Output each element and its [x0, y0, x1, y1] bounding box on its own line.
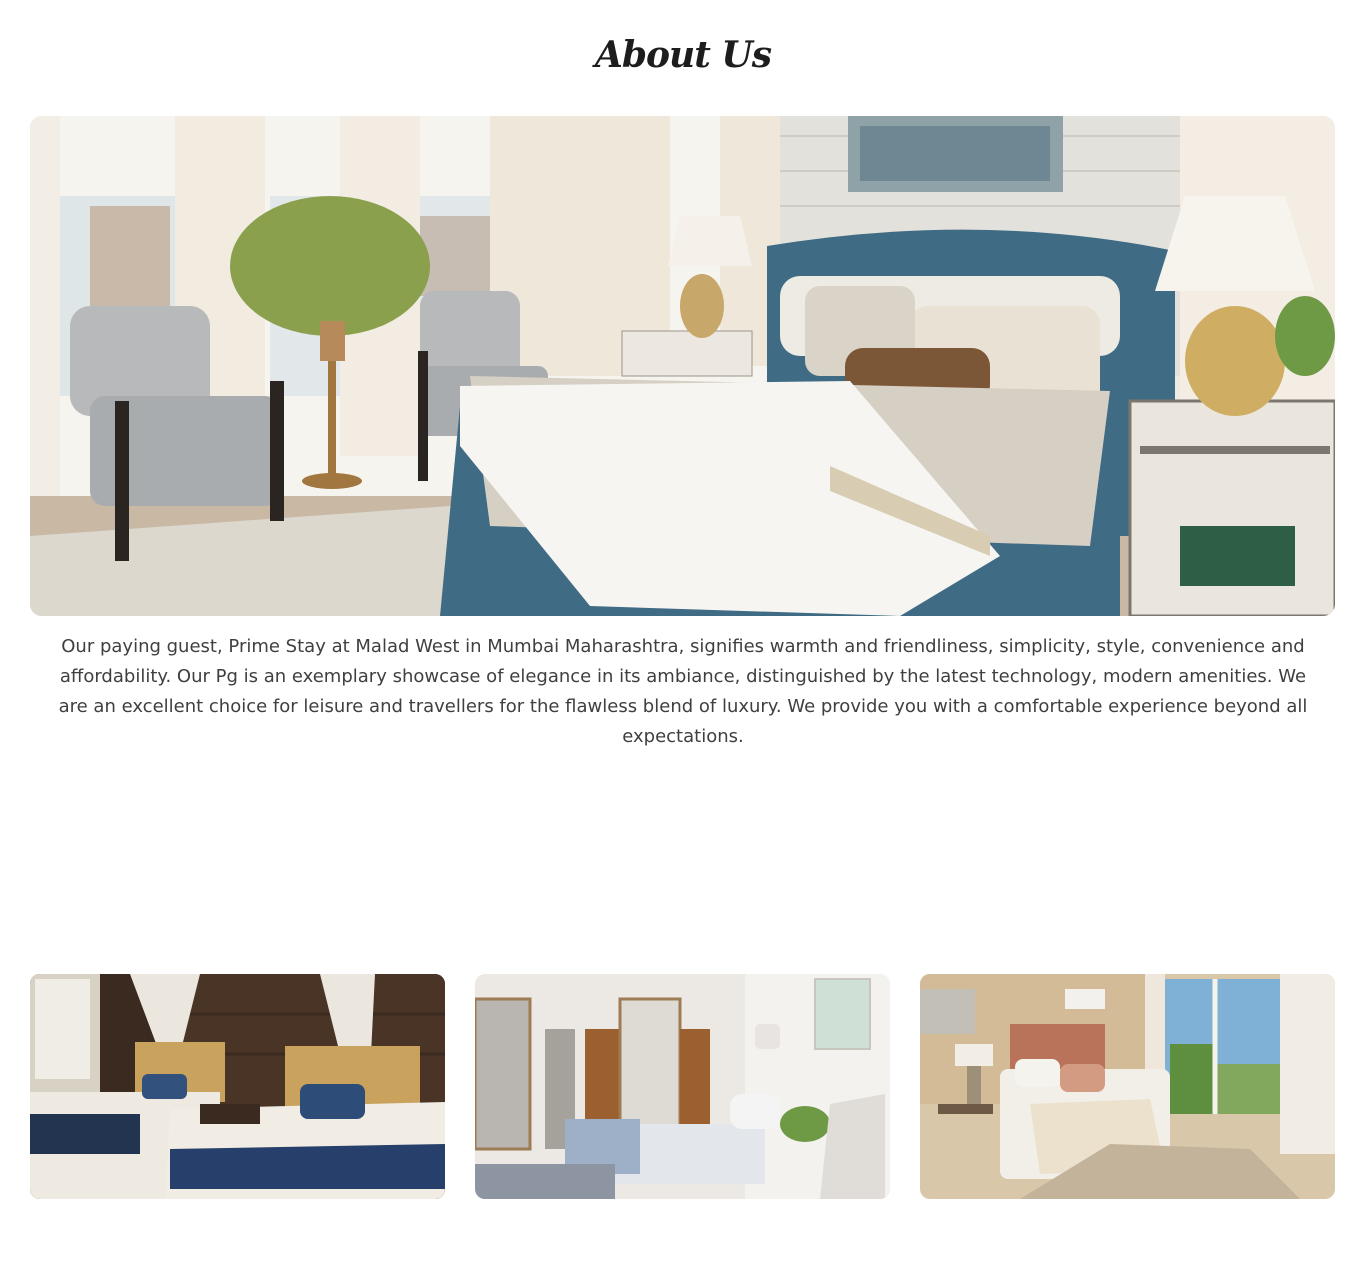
page-title: About Us — [594, 34, 772, 76]
about-description: Our paying guest, Prime Stay at Malad We… — [58, 636, 1308, 747]
bedroom-with-wardrobe-image — [475, 974, 890, 1199]
bedroom-with-window-image — [920, 974, 1335, 1199]
hero-bedroom-image — [30, 116, 1335, 616]
twin-bedroom-image — [30, 974, 445, 1199]
